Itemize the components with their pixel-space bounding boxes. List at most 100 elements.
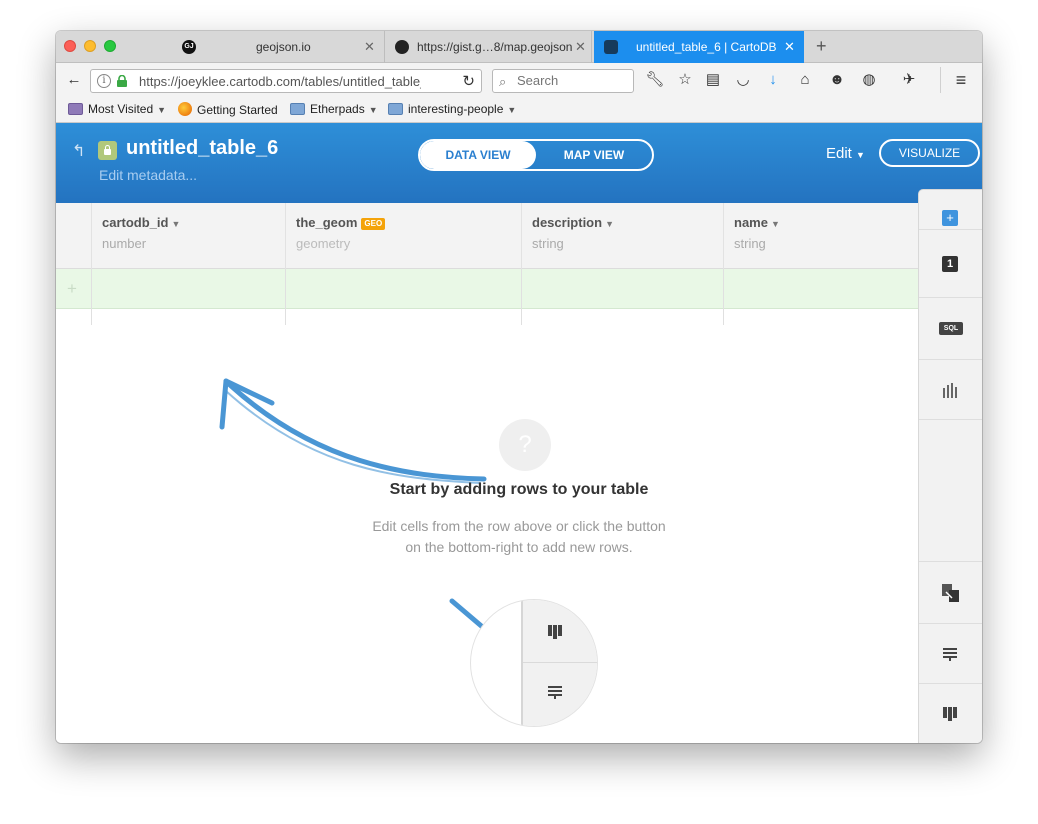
navigation-bar: ← i https://joeyklee.cartodb.com/tables/… (56, 63, 982, 97)
add-row-row[interactable]: + (56, 269, 918, 309)
github-icon (395, 40, 409, 54)
sidebar-item-add-column[interactable] (919, 684, 982, 743)
back-arrow-icon[interactable]: ↰ (72, 141, 85, 161)
sidebar-item-info[interactable]: 1 (919, 230, 982, 298)
sidebar-item-add-layer[interactable]: + (919, 190, 982, 230)
site-info-icon[interactable]: i (97, 74, 111, 88)
url-bar[interactable]: i https://joeyklee.cartodb.com/tables/un… (90, 69, 482, 93)
bookmark-most-visited[interactable]: Most Visited ▼ (68, 102, 166, 116)
add-layer-icon: + (942, 210, 958, 226)
column-divider (91, 269, 92, 325)
bookmark-label: interesting-people (408, 102, 504, 116)
tab-geojson[interactable]: GJ geojson.io ✕ (176, 31, 384, 63)
column-name: name (734, 215, 768, 230)
reading-list-icon[interactable]: ▤ (702, 69, 724, 91)
illustration-panel (521, 600, 597, 726)
add-row-icon (548, 686, 562, 699)
sidebar-item-add-row[interactable] (919, 624, 982, 684)
pocket-icon[interactable]: ◡ (732, 69, 754, 91)
empty-state-line-1: Edit cells from the row above or click t… (372, 518, 666, 534)
column-name: description (532, 215, 603, 230)
column-name: the_geom (296, 215, 358, 230)
url-text[interactable]: https://joeyklee.cartodb.com/tables/unti… (139, 74, 421, 89)
reload-icon[interactable]: ↻ (462, 72, 475, 90)
edit-menu[interactable]: Edit ▼ (826, 145, 865, 162)
close-tab-icon[interactable]: ✕ (364, 39, 375, 55)
tab-map-view[interactable]: MAP VIEW (536, 141, 652, 169)
search-icon: ⌕ (499, 74, 507, 89)
cartodb-header: ↰ untitled_table_6 Edit metadata... DATA… (56, 123, 982, 203)
lock-icon (117, 75, 127, 87)
histogram-icon (943, 383, 957, 398)
column-divider (521, 269, 522, 325)
bookmark-interesting-people[interactable]: interesting-people ▼ (388, 102, 516, 116)
browser-window: GJ geojson.io ✕ https://gist.g…8/map.geo… (56, 31, 982, 743)
bookmark-getting-started[interactable]: Getting Started (178, 102, 278, 117)
chevron-down-icon: ▼ (856, 150, 865, 160)
column-type: number (102, 236, 147, 251)
bookmark-label: Most Visited (88, 102, 154, 116)
empty-state-description: Edit cells from the row above or click t… (256, 516, 782, 558)
folder-icon (290, 103, 305, 115)
illustration-divider (523, 662, 597, 663)
column-type: string (734, 236, 766, 251)
chevron-down-icon: ▼ (507, 105, 517, 115)
tab-gist[interactable]: https://gist.g…8/map.geojson ✕ (384, 31, 592, 63)
home-icon[interactable]: ⌂ (794, 69, 816, 91)
chat-icon[interactable]: ☻ (826, 69, 848, 91)
geojson-favicon-icon: GJ (182, 40, 196, 54)
chevron-down-icon[interactable]: ▼ (605, 219, 614, 229)
privacy-lock-icon[interactable] (98, 141, 117, 160)
bookmark-star-icon[interactable]: ☆ (674, 69, 696, 91)
column-name: cartodb_id (102, 215, 169, 230)
add-row-illustration (470, 599, 598, 727)
hint-arrow-up-icon (219, 378, 487, 484)
tab-bar: GJ geojson.io ✕ https://gist.g…8/map.geo… (56, 31, 982, 63)
toolbar-divider (940, 67, 941, 93)
help-icon: ? (499, 419, 551, 471)
new-tab-button[interactable]: + (816, 36, 827, 57)
chevron-down-icon: ▼ (157, 105, 167, 115)
close-tab-icon[interactable]: ✕ (784, 39, 795, 55)
edit-metadata-link[interactable]: Edit metadata... (99, 167, 197, 183)
right-sidebar: + 1 SQL (918, 189, 982, 743)
folder-icon (388, 103, 403, 115)
gear-folder-icon (68, 103, 83, 115)
sidebar-item-sql[interactable]: SQL (919, 298, 982, 360)
visualize-button[interactable]: VISUALIZE (879, 139, 980, 167)
wrench-icon[interactable]: 🔧︎ (644, 69, 666, 91)
table-title[interactable]: untitled_table_6 (126, 137, 278, 160)
sidebar-item-histogram[interactable] (919, 360, 982, 420)
search-input[interactable] (517, 73, 627, 88)
tab-data-view[interactable]: DATA VIEW (420, 141, 536, 169)
bookmark-etherpads[interactable]: Etherpads ▼ (290, 102, 378, 116)
column-header-the-geom[interactable]: the_geom GEO geometry (285, 203, 521, 269)
column-header-description[interactable]: description ▼ string (521, 203, 723, 269)
back-button[interactable]: ← (62, 69, 86, 91)
tab-label: https://gist.g…8/map.geojson (417, 40, 573, 54)
add-column-icon (943, 707, 957, 721)
globe-icon[interactable]: ◍ (858, 69, 880, 91)
cartodb-icon (604, 40, 618, 54)
column-header-name[interactable]: name ▼ string (723, 203, 918, 269)
sidebar-item-merge[interactable] (919, 562, 982, 624)
edit-menu-label: Edit (826, 145, 852, 162)
firefox-icon (178, 102, 192, 116)
download-icon[interactable]: ↓ (762, 69, 784, 91)
tab-cartodb[interactable]: untitled_table_6 | CartoDB ✕ (594, 31, 804, 63)
close-tab-icon[interactable]: ✕ (575, 39, 586, 55)
bookmark-label: Etherpads (310, 102, 365, 116)
geo-badge: GEO (361, 218, 386, 230)
chevron-down-icon[interactable]: ▼ (171, 219, 180, 229)
info-icon: 1 (942, 256, 958, 272)
extension-icon[interactable]: ✈ (898, 69, 920, 91)
search-bar[interactable]: ⌕ (492, 69, 634, 93)
column-header-cartodb-id[interactable]: cartodb_id ▼ number (91, 203, 285, 269)
hamburger-menu-icon[interactable]: ≡ (950, 69, 972, 91)
zoom-window-button[interactable] (104, 40, 116, 52)
minimize-window-button[interactable] (84, 40, 96, 52)
chevron-down-icon: ▼ (368, 105, 378, 115)
close-window-button[interactable] (64, 40, 76, 52)
add-row-plus-icon[interactable]: + (67, 279, 77, 299)
chevron-down-icon[interactable]: ▼ (771, 219, 780, 229)
